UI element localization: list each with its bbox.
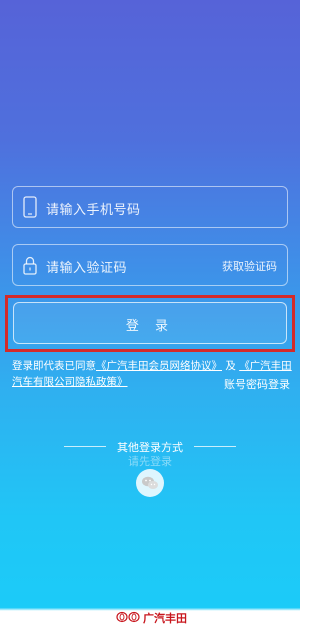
get-code-button[interactable]: 获取验证码: [222, 258, 277, 274]
lock-icon: [23, 256, 37, 275]
login-button-label: 登 录: [125, 319, 175, 334]
wechat-login-button[interactable]: [136, 469, 164, 497]
agreement-conjunction: 及: [225, 360, 236, 372]
header-banner: [0, 0, 300, 170]
verification-code-field[interactable]: 请输入验证码 获取验证码: [12, 244, 288, 286]
divider-left: [64, 446, 106, 447]
login-toast: 请先登录: [128, 455, 172, 468]
brand-name: 广汽丰田: [143, 612, 187, 625]
phone-field[interactable]: 请输入手机号码: [12, 186, 288, 228]
account-password-login-link[interactable]: 账号密码登录: [224, 376, 290, 392]
phone-placeholder: 请输入手机号码: [46, 203, 141, 218]
toyota-logo-icon: [116, 611, 140, 623]
agreement-prefix: 登录即代表已同意: [12, 360, 96, 372]
divider-right: [194, 446, 236, 447]
code-placeholder: 请输入验证码: [46, 261, 128, 276]
brand-footer: 广汽丰田: [0, 606, 300, 628]
phone-icon: [23, 196, 37, 218]
member-agreement-link[interactable]: 《广汽丰田会员网络协议》: [96, 360, 222, 372]
login-screen: 请输入手机号码 请输入验证码 获取验证码 登 录 登录即代表已同意《广汽丰田会员…: [0, 0, 300, 633]
wechat-icon: [142, 476, 158, 489]
login-button[interactable]: 登 录: [13, 302, 287, 344]
